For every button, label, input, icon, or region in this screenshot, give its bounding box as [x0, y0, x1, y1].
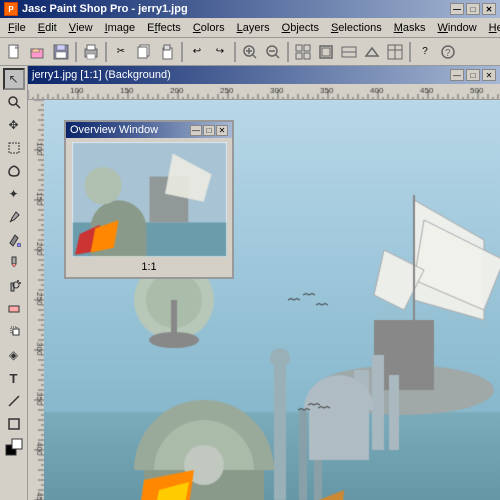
ov-maximize[interactable]: □ — [203, 125, 215, 136]
copy-button[interactable] — [133, 41, 155, 63]
open-button[interactable] — [27, 41, 49, 63]
window-controls: — □ ✕ — [450, 3, 496, 15]
document-controls: — □ ✕ — [450, 69, 496, 81]
title-bar: P Jasc Paint Shop Pro - jerry1.jpg — □ ✕ — [0, 0, 500, 18]
close-button[interactable]: ✕ — [482, 3, 496, 15]
tool-text[interactable]: T — [3, 367, 25, 389]
svg-text:?: ? — [445, 48, 451, 59]
print-button[interactable] — [80, 41, 102, 63]
doc-maximize[interactable]: □ — [466, 69, 480, 81]
menu-window[interactable]: Window — [432, 19, 483, 37]
sep2 — [105, 42, 107, 62]
sep6 — [409, 42, 411, 62]
cut-button[interactable]: ✂ — [110, 41, 132, 63]
tool-dropper[interactable] — [3, 206, 25, 228]
tool-eraser[interactable] — [3, 298, 25, 320]
sep1 — [75, 42, 77, 62]
overview-titlebar: Overview Window — □ ✕ — [66, 122, 232, 138]
sep3 — [181, 42, 183, 62]
menu-objects[interactable]: Objects — [276, 19, 325, 37]
toolbar-btn-extra6[interactable]: ? — [414, 41, 436, 63]
menu-image[interactable]: Image — [99, 19, 142, 37]
tool-lasso[interactable] — [3, 160, 25, 182]
document-titlebar: jerry1.jpg [1:1] (Background) — □ ✕ — [28, 66, 500, 84]
zoom-in-button[interactable] — [239, 41, 261, 63]
menu-effects[interactable]: Effects — [141, 19, 187, 37]
tool-select[interactable] — [3, 137, 25, 159]
menu-layers[interactable]: Layers — [231, 19, 276, 37]
minimize-button[interactable]: — — [450, 3, 464, 15]
overview-window: Overview Window — □ ✕ 1:1 — [64, 120, 234, 279]
tool-brush[interactable] — [3, 252, 25, 274]
tool-airbrush[interactable] — [3, 275, 25, 297]
vertical-ruler — [28, 100, 44, 500]
app-icon: P — [4, 2, 18, 16]
menu-help[interactable]: Help — [483, 19, 500, 37]
menu-file[interactable]: File — [2, 19, 32, 37]
tool-arrow[interactable]: ↖ — [3, 68, 25, 90]
toolbar-btn-extra7[interactable]: ? — [437, 41, 459, 63]
redo-button[interactable]: ↪ — [209, 41, 231, 63]
menu-view[interactable]: View — [63, 19, 99, 37]
overview-zoom-label: 1:1 — [141, 261, 156, 273]
overview-image — [72, 142, 227, 257]
doc-minimize[interactable]: — — [450, 69, 464, 81]
save-button[interactable] — [50, 41, 72, 63]
overview-body: 1:1 — [66, 138, 232, 277]
undo-button[interactable]: ↩ — [186, 41, 208, 63]
tool-zoom[interactable] — [3, 91, 25, 113]
tool-color-fg[interactable] — [3, 436, 25, 458]
tool-line[interactable] — [3, 390, 25, 412]
tool-paint-bucket[interactable] — [3, 229, 25, 251]
menu-colors[interactable]: Colors — [187, 19, 231, 37]
image-canvas[interactable]: Overview Window — □ ✕ 1:1 — [44, 100, 500, 500]
canvas-area: jerry1.jpg [1:1] (Background) — □ ✕ — [28, 66, 500, 500]
tool-magic-wand[interactable]: ✦ — [3, 183, 25, 205]
content-row: Overview Window — □ ✕ 1:1 — [28, 100, 500, 500]
tool-move[interactable]: ✥ — [3, 114, 25, 136]
toolbar-btn-extra2[interactable] — [315, 41, 337, 63]
menu-bar: File Edit View Image Effects Colors Laye… — [0, 18, 500, 38]
toolbox: ↖ ✥ ✦ ◈ T — [0, 66, 28, 500]
menu-edit[interactable]: Edit — [32, 19, 63, 37]
toolbar-btn-extra1[interactable] — [292, 41, 314, 63]
ov-close[interactable]: ✕ — [216, 125, 228, 136]
toolbar: ✂ ↩ ↪ ? ? — [0, 38, 500, 66]
doc-close[interactable]: ✕ — [482, 69, 496, 81]
zoom-out-button[interactable] — [262, 41, 284, 63]
toolbar-btn-extra3[interactable] — [338, 41, 360, 63]
toolbar-btn-extra5[interactable] — [384, 41, 406, 63]
menu-selections[interactable]: Selections — [325, 19, 388, 37]
toolbar-btn-extra4[interactable] — [361, 41, 383, 63]
horizontal-ruler — [28, 84, 500, 100]
document-window: jerry1.jpg [1:1] (Background) — □ ✕ — [28, 66, 500, 500]
tool-shape[interactable] — [3, 413, 25, 435]
overview-controls: — □ ✕ — [190, 125, 228, 136]
maximize-button[interactable]: □ — [466, 3, 480, 15]
sep5 — [287, 42, 289, 62]
app-title: Jasc Paint Shop Pro - jerry1.jpg — [22, 3, 188, 15]
paste-button[interactable] — [156, 41, 178, 63]
document-title: jerry1.jpg [1:1] (Background) — [32, 69, 171, 81]
menu-masks[interactable]: Masks — [388, 19, 432, 37]
tool-sharpen[interactable]: ◈ — [3, 344, 25, 366]
tool-clone[interactable] — [3, 321, 25, 343]
sep4 — [234, 42, 236, 62]
new-button[interactable] — [4, 41, 26, 63]
overview-title: Overview Window — [70, 124, 158, 136]
ov-minimize[interactable]: — — [190, 125, 202, 136]
main-area: ↖ ✥ ✦ ◈ T — [0, 66, 500, 500]
